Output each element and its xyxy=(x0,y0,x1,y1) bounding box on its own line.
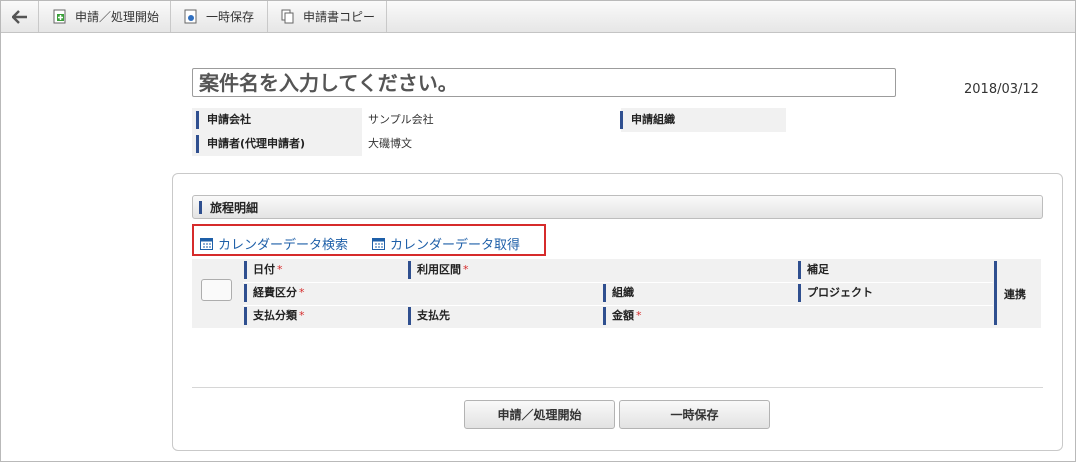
col-date: 日付 * xyxy=(244,261,283,279)
company-value: サンプル会社 xyxy=(362,108,621,132)
applicant-label: 申請者(代理申請者) xyxy=(196,135,305,153)
col-amount: 金額 * xyxy=(603,307,642,325)
col-amount-label: 金額 xyxy=(612,309,634,322)
info-row-company: 申請会社 サンプル会社 申請組織 xyxy=(192,108,1041,133)
select-all-checkbox[interactable] xyxy=(201,279,232,301)
org-value xyxy=(786,108,1041,132)
col-project: プロジェクト xyxy=(798,284,873,302)
calendar-search-label: カレンダーデータ検索 xyxy=(218,238,349,253)
company-label: 申請会社 xyxy=(196,111,251,129)
copy-icon xyxy=(281,9,295,24)
toolbar-copy-button[interactable]: 申請書コピー xyxy=(268,1,387,32)
info-row-applicant: 申請者(代理申請者) 大磯博文 xyxy=(192,132,1041,157)
col-expense-type: 経費区分 * xyxy=(244,284,305,302)
application-date: 2018/03/12 xyxy=(964,82,1039,97)
section-accent-bar xyxy=(199,201,202,214)
submit-button[interactable]: 申請／処理開始 xyxy=(464,400,615,429)
title-input[interactable] xyxy=(192,68,896,97)
col-org: 組織 xyxy=(603,284,634,302)
grid-row-divider xyxy=(243,305,993,306)
col-note: 補足 xyxy=(798,261,829,279)
save-button[interactable]: 一時保存 xyxy=(619,400,770,429)
col-route-label: 利用区間 xyxy=(417,263,461,276)
calendar-icon xyxy=(200,238,213,250)
toolbar-submit-button[interactable]: 申請／処理開始 xyxy=(39,1,171,32)
applicant-value: 大磯博文 xyxy=(362,132,1041,156)
calendar-fetch-link[interactable]: カレンダーデータ取得 xyxy=(372,234,520,253)
calendar-links-highlight: カレンダーデータ検索 カレンダーデータ取得 xyxy=(192,224,546,256)
col-expense-type-label: 経費区分 xyxy=(253,286,297,299)
grid-row-divider xyxy=(243,282,993,283)
save-document-icon xyxy=(184,9,198,24)
arrow-left-icon xyxy=(11,9,27,24)
section-title: 旅程明細 xyxy=(210,201,259,215)
toolbar-submit-label: 申請／処理開始 xyxy=(75,10,160,24)
col-route: 利用区間 * xyxy=(408,261,469,279)
org-label: 申請組織 xyxy=(620,111,675,129)
col-payment-type: 支払分類 * xyxy=(244,307,305,325)
calendar-icon xyxy=(372,238,385,250)
toolbar-copy-label: 申請書コピー xyxy=(303,10,376,24)
add-document-icon xyxy=(53,9,67,24)
itinerary-section-header: 旅程明細 xyxy=(192,195,1043,219)
col-date-label: 日付 xyxy=(253,263,275,276)
col-payee: 支払先 xyxy=(408,307,450,325)
calendar-fetch-label: カレンダーデータ取得 xyxy=(390,238,521,253)
toolbar-save-label: 一時保存 xyxy=(206,10,255,24)
calendar-search-link[interactable]: カレンダーデータ検索 xyxy=(200,234,348,253)
required-mark: * xyxy=(299,286,305,299)
col-payment-type-label: 支払分類 xyxy=(253,309,297,322)
required-mark: * xyxy=(636,309,642,322)
col-link: 連携 xyxy=(1004,288,1026,301)
required-mark: * xyxy=(277,263,283,276)
app-frame: 申請／処理開始 一時保存 申請書コピー 2018/03/12 申請会社 サンプル… xyxy=(0,0,1076,462)
toolbar: 申請／処理開始 一時保存 申請書コピー xyxy=(1,1,1075,33)
footer-divider xyxy=(192,387,1043,388)
required-mark: * xyxy=(299,309,305,322)
toolbar-save-button[interactable]: 一時保存 xyxy=(171,1,268,32)
required-mark: * xyxy=(463,263,469,276)
back-button[interactable] xyxy=(1,1,39,32)
link-column-bar xyxy=(994,261,997,325)
